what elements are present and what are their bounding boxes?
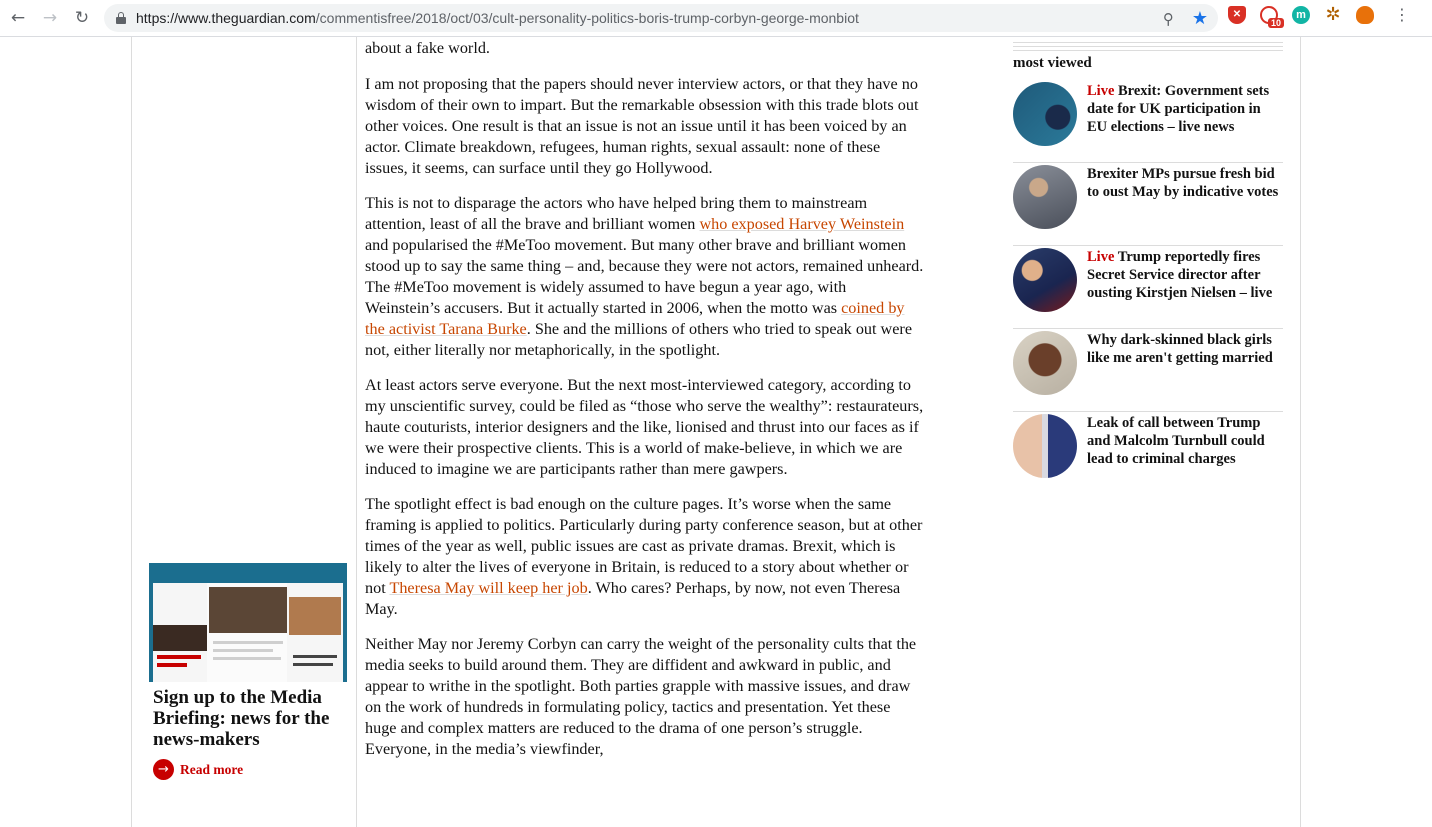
bookmark-star-icon[interactable]: ★ [1192,8,1208,29]
article-paragraph: I am not proposing that the papers shoul… [365,74,925,179]
thumbnail-image[interactable] [1013,414,1077,478]
right-border [1300,37,1301,827]
article-paragraph: This is not to disparage the actors who … [365,193,925,361]
article-left-rule [356,37,357,827]
live-label: Live [1087,83,1115,99]
promo-title: Sign up to the Media Briefing: news for … [153,687,330,750]
article-text: Neither May nor Jeremy Corbyn can carry … [365,635,917,758]
article-paragraph: At least actors serve everyone. But the … [365,375,925,480]
most-viewed-headline[interactable]: Leak of call between Trump and Malcolm T… [1087,414,1283,495]
most-viewed-headline[interactable]: Live Trump reportedly fires Secret Servi… [1087,248,1283,328]
read-more-link[interactable]: → Read more [149,750,347,780]
most-viewed-item[interactable]: Live Trump reportedly fires Secret Servi… [1013,246,1283,329]
thumbnail-image[interactable] [1013,248,1077,312]
thumbnail-image[interactable] [1013,331,1077,395]
thumbnail-image[interactable] [1013,82,1077,146]
forward-button[interactable]: → [34,2,66,34]
browser-menu-icon[interactable]: ⋮ [1394,5,1410,24]
headline-text: Brexit: Government sets date for UK part… [1087,83,1270,135]
article-link[interactable]: Theresa May will keep her job [389,579,587,597]
mail-badge: 10 [1267,17,1284,28]
article-text: I am not proposing that the papers shoul… [365,75,919,177]
article-paragraph: Neither May nor Jeremy Corbyn can carry … [365,634,925,760]
article-text: At least actors serve everyone. But the … [365,376,924,478]
article-paragraph: The spotlight effect is bad enough on th… [365,494,925,620]
most-viewed-list: Live Brexit: Government sets date for UK… [1013,80,1283,495]
reload-icon: ↻ [74,8,90,28]
most-viewed-headline[interactable]: Brexiter MPs pursue fresh bid to oust Ma… [1087,165,1283,245]
article-fragment: about a fake world. [365,39,490,57]
url-path: /commentisfree/2018/oct/03/cult-personal… [315,10,859,26]
lock-icon [116,12,126,24]
gear-extension-icon[interactable]: ✲ [1324,4,1342,25]
headline-text: Brexiter MPs pursue fresh bid to oust Ma… [1087,166,1279,200]
arrow-left-icon: ← [10,8,26,28]
article-body: about a fake world. I am not proposing t… [365,37,925,774]
media-briefing-promo[interactable]: Sign up to the Media Briefing: news for … [149,563,347,820]
article-link[interactable]: who exposed Harvey Weinstein [699,215,904,233]
most-viewed-headline[interactable]: Live Brexit: Government sets date for UK… [1087,82,1283,162]
address-bar[interactable]: https://www.theguardian.com/commentisfre… [104,4,1218,32]
headline-text: Leak of call between Trump and Malcolm T… [1087,415,1265,467]
m-extension-icon[interactable]: m [1292,5,1310,24]
thumbnail-image[interactable] [1013,165,1077,229]
zoom-icon[interactable]: ⚲ [1163,10,1174,28]
browser-toolbar: ← → ↻ https://www.theguardian.com/commen… [0,0,1432,37]
arrow-right-icon: → [42,8,58,28]
most-viewed-item[interactable]: Why dark-skinned black girls like me are… [1013,329,1283,412]
most-viewed-item[interactable]: Brexiter MPs pursue fresh bid to oust Ma… [1013,163,1283,246]
most-viewed-item[interactable]: Leak of call between Trump and Malcolm T… [1013,412,1283,495]
extensions-bar: ✕ 10 m ✲ ⋮ [1228,4,1410,28]
read-more-label: Read more [180,761,244,777]
url-host: https://www.theguardian.com [136,10,316,26]
promo-image [149,563,347,682]
page-content: about a fake world. I am not proposing t… [0,37,1432,827]
shield-extension-icon[interactable]: ✕ [1228,5,1246,24]
back-button[interactable]: ← [2,2,34,34]
reload-button[interactable]: ↻ [66,2,98,34]
headline-text: Trump reportedly fires Secret Service di… [1087,249,1273,301]
headline-text: Why dark-skinned black girls like me are… [1087,332,1273,366]
fox-extension-icon[interactable] [1356,5,1374,24]
left-border [131,37,132,827]
most-viewed-headline[interactable]: Why dark-skinned black girls like me are… [1087,331,1283,411]
arrow-right-circle-icon: → [153,759,174,780]
most-viewed-item[interactable]: Live Brexit: Government sets date for UK… [1013,80,1283,163]
mail-extension-icon[interactable]: 10 [1260,5,1284,28]
most-viewed-heading: most viewed [1013,55,1092,71]
article-text: and popularised the #MeToo movement. But… [365,236,924,317]
most-viewed-rules [1013,42,1283,54]
live-label: Live [1087,249,1115,265]
